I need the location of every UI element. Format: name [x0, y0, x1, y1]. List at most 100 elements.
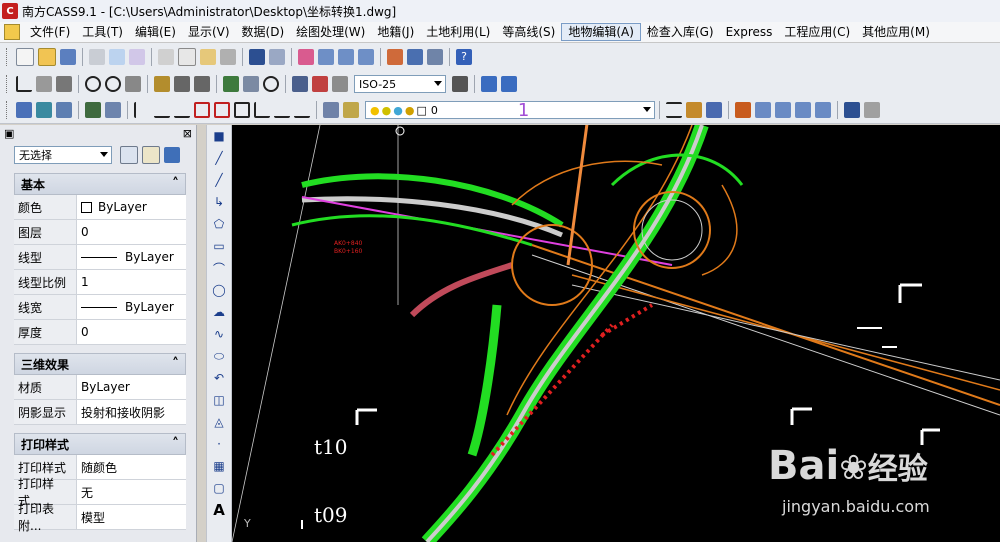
property-value[interactable]: ByLayer	[77, 295, 186, 319]
help-icon[interactable]: ?	[456, 49, 472, 65]
property-value[interactable]: 投射和接收阴影	[77, 400, 186, 424]
property-row[interactable]: 阴影显示 投射和接收阴影	[14, 400, 186, 425]
new-file-icon[interactable]	[16, 48, 34, 66]
toggle-pickadd-icon[interactable]	[120, 146, 138, 164]
property-row[interactable]: 图层 0	[14, 220, 186, 245]
zoom-extents-icon[interactable]	[481, 76, 497, 92]
region-icon[interactable]: ▢	[211, 480, 227, 496]
property-value[interactable]: ByLayer	[77, 245, 186, 269]
circle-icon[interactable]: ◯	[211, 282, 227, 298]
make-object-layer-current-icon[interactable]	[85, 102, 101, 118]
ordinate-dimension-icon[interactable]	[56, 76, 72, 92]
collapse-chevron-icon[interactable]: ˄	[172, 356, 179, 372]
select-objects-icon[interactable]	[142, 146, 160, 164]
polygon-icon[interactable]: ⬠	[211, 216, 227, 232]
property-value[interactable]: 0	[77, 320, 186, 344]
dimension-update-icon[interactable]	[312, 76, 328, 92]
quick-dimension-icon[interactable]	[154, 76, 170, 92]
zoom-realtime-icon[interactable]	[318, 49, 334, 65]
menu-item[interactable]: 显示(V)	[182, 23, 236, 41]
layer-state-icon[interactable]	[36, 102, 52, 118]
print-icon[interactable]	[89, 49, 105, 65]
drawing-canvas[interactable]: AK0+840 BK0+160 t10 t09 Y Bai❀经验 jingyan…	[232, 125, 1000, 542]
section-title[interactable]: 基本 ˄	[14, 173, 186, 195]
property-value[interactable]: 1	[77, 270, 186, 294]
dashed-line-icon[interactable]	[174, 102, 190, 118]
dimension-style-manager-icon[interactable]	[452, 76, 468, 92]
line-draw-icon[interactable]: ╱	[211, 150, 227, 166]
ellipse-icon[interactable]: ⬭	[211, 348, 227, 364]
panel-menu-icon[interactable]: ▣	[4, 127, 14, 140]
lineweight-icon[interactable]	[666, 102, 682, 118]
menu-item[interactable]: 编辑(E)	[129, 23, 182, 41]
redo-icon[interactable]	[269, 49, 285, 65]
layer-previous-icon[interactable]	[56, 102, 72, 118]
toolbar-grip[interactable]	[6, 101, 10, 119]
wave-line-icon[interactable]	[274, 102, 290, 118]
layer-combo[interactable]: ● ● ● ● □ 0 1	[365, 100, 655, 121]
menu-item[interactable]: 地物编辑(A)	[561, 23, 641, 41]
redo-2-icon[interactable]	[864, 102, 880, 118]
menu-item[interactable]: 绘图处理(W)	[290, 23, 371, 41]
pan-icon[interactable]	[298, 49, 314, 65]
menu-item[interactable]: 工具(T)	[76, 23, 129, 41]
zoom-in-icon[interactable]	[755, 102, 771, 118]
rectangle-icon[interactable]: ▭	[211, 238, 227, 254]
property-row[interactable]: 打印表附... 模型	[14, 502, 186, 533]
menu-item[interactable]: 土地利用(L)	[420, 23, 496, 41]
insert-block-icon[interactable]: ◫	[211, 392, 227, 408]
menu-item[interactable]: 检查入库(G)	[641, 23, 720, 41]
copy-icon[interactable]	[178, 48, 196, 66]
section-title[interactable]: 打印样式 ˄	[14, 433, 186, 455]
zoom-all-icon[interactable]	[795, 102, 811, 118]
pencil-icon[interactable]	[735, 102, 751, 118]
rect-icon[interactable]	[234, 102, 250, 118]
property-value[interactable]: 无	[77, 480, 186, 504]
named-views-icon[interactable]	[501, 76, 517, 92]
rect-red-2-icon[interactable]	[214, 102, 230, 118]
aligned-dimension-icon[interactable]	[36, 76, 52, 92]
hatch-icon[interactable]: ▦	[211, 458, 227, 474]
layer-manager-icon[interactable]	[323, 102, 339, 118]
dimension-style-icon[interactable]	[332, 76, 348, 92]
layer-stack-icon[interactable]	[343, 102, 359, 118]
baseline-dimension-icon[interactable]	[174, 76, 190, 92]
collapse-chevron-icon[interactable]: ˄	[172, 436, 179, 452]
property-value[interactable]: 随颜色	[77, 455, 186, 479]
menu-item[interactable]: 数据(D)	[236, 23, 291, 41]
property-row[interactable]: 线型 ByLayer	[14, 245, 186, 270]
dimension-text-edit-icon[interactable]	[292, 76, 308, 92]
continue-dimension-icon[interactable]	[194, 76, 210, 92]
multiline-text-icon[interactable]: A	[211, 501, 227, 519]
angular-dimension-icon[interactable]	[125, 76, 141, 92]
corner-icon[interactable]	[254, 102, 270, 118]
zoom-scale-icon[interactable]	[815, 102, 831, 118]
properties-brush-icon[interactable]	[686, 102, 702, 118]
menu-item[interactable]: 其他应用(M)	[856, 23, 936, 41]
document-icon[interactable]	[4, 24, 20, 40]
quick-select-icon[interactable]	[164, 147, 180, 163]
dimension-edit-icon[interactable]	[263, 76, 279, 92]
undo-icon[interactable]	[249, 49, 265, 65]
menu-item[interactable]: 等高线(S)	[496, 23, 561, 41]
property-row[interactable]: 线宽 ByLayer	[14, 295, 186, 320]
menu-item[interactable]: 工程应用(C)	[778, 23, 856, 41]
menu-item[interactable]: Express	[720, 23, 779, 41]
property-row[interactable]: 颜色 ByLayer	[14, 195, 186, 220]
property-row[interactable]: 厚度 0	[14, 320, 186, 345]
property-value[interactable]: 模型	[77, 505, 186, 529]
rect-red-icon[interactable]	[194, 102, 210, 118]
match-properties-icon[interactable]	[220, 49, 236, 65]
cut-icon[interactable]	[158, 49, 174, 65]
close-icon[interactable]: ⊠	[183, 127, 192, 140]
property-value[interactable]: 0	[77, 220, 186, 244]
radius-dimension-icon[interactable]	[85, 76, 101, 92]
menu-item[interactable]: 文件(F)	[24, 23, 76, 41]
dimension-style-combo[interactable]: ISO-25	[354, 75, 446, 93]
diameter-dimension-icon[interactable]	[105, 76, 121, 92]
section-title[interactable]: 三维效果 ˄	[14, 353, 186, 375]
arrow-line-icon[interactable]	[294, 102, 310, 118]
save-icon[interactable]	[60, 49, 76, 65]
property-value[interactable]: ByLayer	[77, 195, 186, 219]
property-row[interactable]: 材质 ByLayer	[14, 375, 186, 400]
